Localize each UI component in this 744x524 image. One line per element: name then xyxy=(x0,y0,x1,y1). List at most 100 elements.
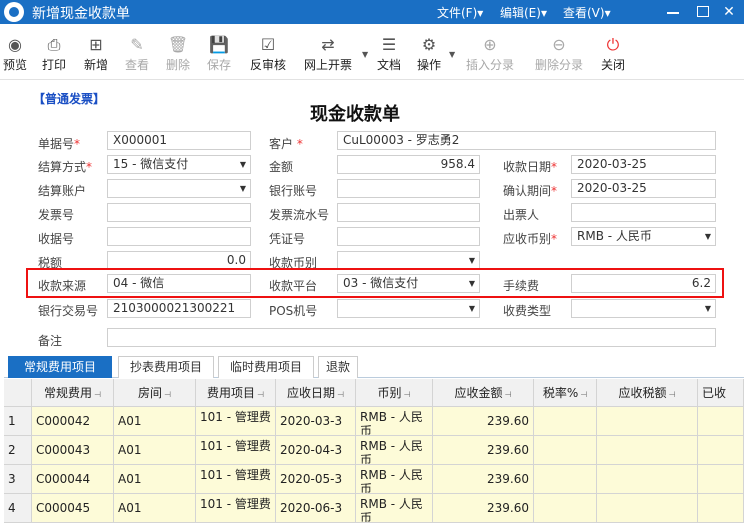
receipt-no-field[interactable] xyxy=(107,227,251,246)
cell-currency[interactable]: RMB - 人民币 xyxy=(356,436,433,465)
tab-refund[interactable]: 退款 xyxy=(318,356,358,378)
cell-tax-rate[interactable] xyxy=(534,407,597,436)
menu-file[interactable]: 文件(F)▾ xyxy=(437,4,483,21)
bank-txn-no-field[interactable]: 2103000021300221 xyxy=(107,299,251,318)
cell-fee-code[interactable]: C000043 xyxy=(32,436,114,465)
amount-field[interactable]: 958.4 xyxy=(337,155,480,174)
column-header-fee-item[interactable]: 费用项目 ⊣ xyxy=(196,379,276,407)
cell-currency[interactable]: RMB - 人民币 xyxy=(356,494,433,523)
confirm-period-field[interactable]: 2020-03-25 xyxy=(571,179,716,198)
cell-received[interactable] xyxy=(698,436,744,465)
bank-account-field[interactable] xyxy=(337,179,480,198)
cell-tax-amount[interactable] xyxy=(597,436,698,465)
receive-platform-select[interactable]: 03 - 微信支付 ▼ xyxy=(337,274,480,293)
cell-currency[interactable]: RMB - 人民币 xyxy=(356,407,433,436)
cell-fee-item[interactable]: 101 - 管理费 xyxy=(196,465,276,494)
cell-tax-amount[interactable] xyxy=(597,465,698,494)
doc-no-field[interactable]: X000001 xyxy=(107,131,251,150)
menu-edit[interactable]: 编辑(E)▾ xyxy=(500,4,547,21)
menu-view[interactable]: 查看(V)▾ xyxy=(563,4,611,21)
cell-due-date[interactable]: 2020-04-3 xyxy=(276,436,356,465)
column-header-fee-code[interactable]: 常规费用 ⊣ xyxy=(32,379,114,407)
charge-type-select[interactable]: ▼ xyxy=(571,299,716,318)
operation-button[interactable]: ⚙ 操作 xyxy=(413,34,445,78)
cell-tax-amount[interactable] xyxy=(597,407,698,436)
cell-tax-rate[interactable] xyxy=(534,436,597,465)
cell-fee-code[interactable]: C000042 xyxy=(32,407,114,436)
cell-room[interactable]: A01 xyxy=(114,407,196,436)
column-header-currency[interactable]: 币别 ⊣ xyxy=(356,379,433,407)
pos-no-select[interactable]: ▼ xyxy=(337,299,480,318)
tax-field[interactable]: 0.0 xyxy=(107,251,251,270)
cell-room[interactable]: A01 xyxy=(114,494,196,523)
remark-field[interactable] xyxy=(107,328,716,347)
new-button[interactable]: ⊞ 新增 xyxy=(80,34,112,78)
settle-method-select[interactable]: 15 - 微信支付 ▼ xyxy=(107,155,251,174)
print-button[interactable]: ⎙ 打印 xyxy=(38,34,70,78)
cell-due-date[interactable]: 2020-05-3 xyxy=(276,465,356,494)
column-header-due-date[interactable]: 应收日期 ⊣ xyxy=(276,379,356,407)
close-button[interactable]: ⏻ 关闭 xyxy=(597,34,629,78)
tab-regular-fees[interactable]: 常规费用项目 xyxy=(8,356,112,378)
invoice-flow-no-field[interactable] xyxy=(337,203,480,222)
cell-due-date[interactable]: 2020-06-3 xyxy=(276,494,356,523)
column-header-room[interactable]: 房间 ⊣ xyxy=(114,379,196,407)
customer-field[interactable]: CuL00003 - 罗志勇2 xyxy=(337,131,716,150)
pin-icon[interactable]: ⊣ xyxy=(580,390,587,399)
pin-icon[interactable]: ⊣ xyxy=(257,390,264,399)
unaudit-button[interactable]: ☑ 反审核 xyxy=(247,34,289,78)
view-button[interactable]: ✎ 查看 xyxy=(121,34,153,78)
column-header-tax-rate[interactable]: 税率% ⊣ xyxy=(534,379,597,407)
receive-date-field[interactable]: 2020-03-25 xyxy=(571,155,716,174)
cell-fee-item[interactable]: 101 - 管理费 xyxy=(196,407,276,436)
online-invoice-button[interactable]: ⇄ 网上开票 xyxy=(300,34,356,78)
receive-currency-select[interactable]: ▼ xyxy=(337,251,480,270)
operation-dropdown-icon[interactable]: ▼ xyxy=(449,50,455,59)
pin-icon[interactable]: ⊣ xyxy=(337,390,344,399)
cell-amount[interactable]: 239.60 xyxy=(433,494,534,523)
tab-temporary-fees[interactable]: 临时费用项目 xyxy=(218,356,314,378)
online-invoice-dropdown-icon[interactable]: ▼ xyxy=(362,50,368,59)
drawer-field[interactable] xyxy=(571,203,716,222)
cell-amount[interactable]: 239.60 xyxy=(433,465,534,494)
preview-button[interactable]: ◉ 预览 xyxy=(0,34,30,78)
cell-received[interactable] xyxy=(698,407,744,436)
cell-fee-code[interactable]: C000045 xyxy=(32,494,114,523)
cell-currency[interactable]: RMB - 人民币 xyxy=(356,465,433,494)
cell-tax-rate[interactable] xyxy=(534,465,597,494)
minimize-button[interactable] xyxy=(662,2,684,22)
save-button[interactable]: 💾 保存 xyxy=(203,34,235,78)
delete-entry-button[interactable]: ⊖ 删除分录 xyxy=(531,34,587,78)
cell-fee-code[interactable]: C000044 xyxy=(32,465,114,494)
settle-account-select[interactable]: ▼ xyxy=(107,179,251,198)
cell-received[interactable] xyxy=(698,494,744,523)
cell-fee-item[interactable]: 101 - 管理费 xyxy=(196,436,276,465)
maximize-button[interactable] xyxy=(692,2,714,22)
voucher-no-field[interactable] xyxy=(337,227,480,246)
fee-field[interactable]: 6.2 xyxy=(571,274,716,293)
insert-entry-button[interactable]: ⊕ 插入分录 xyxy=(462,34,518,78)
invoice-no-field[interactable] xyxy=(107,203,251,222)
cell-received[interactable] xyxy=(698,465,744,494)
close-window-button[interactable]: ✕ xyxy=(718,2,740,22)
column-header-amount[interactable]: 应收金额 ⊣ xyxy=(433,379,534,407)
column-header-tax-amount[interactable]: 应收税额 ⊣ xyxy=(597,379,698,407)
cell-tax-rate[interactable] xyxy=(534,494,597,523)
cell-due-date[interactable]: 2020-03-3 xyxy=(276,407,356,436)
receive-source-field[interactable]: 04 - 微信 xyxy=(107,274,251,293)
delete-button[interactable]: 🗑 删除 xyxy=(162,34,194,78)
cell-tax-amount[interactable] xyxy=(597,494,698,523)
cell-amount[interactable]: 239.60 xyxy=(433,436,534,465)
column-header-received[interactable]: 已收 xyxy=(698,379,744,407)
tab-meter-fees[interactable]: 抄表费用项目 xyxy=(118,356,214,378)
cell-room[interactable]: A01 xyxy=(114,436,196,465)
cell-fee-item[interactable]: 101 - 管理费 xyxy=(196,494,276,523)
pin-icon[interactable]: ⊣ xyxy=(94,390,101,399)
pin-icon[interactable]: ⊣ xyxy=(505,390,512,399)
pin-icon[interactable]: ⊣ xyxy=(669,390,676,399)
cell-room[interactable]: A01 xyxy=(114,465,196,494)
document-button[interactable]: ☰ 文档 xyxy=(373,34,405,78)
invoice-type-link[interactable]: 【普通发票】 xyxy=(33,90,105,107)
pin-icon[interactable]: ⊣ xyxy=(404,390,411,399)
cell-amount[interactable]: 239.60 xyxy=(433,407,534,436)
